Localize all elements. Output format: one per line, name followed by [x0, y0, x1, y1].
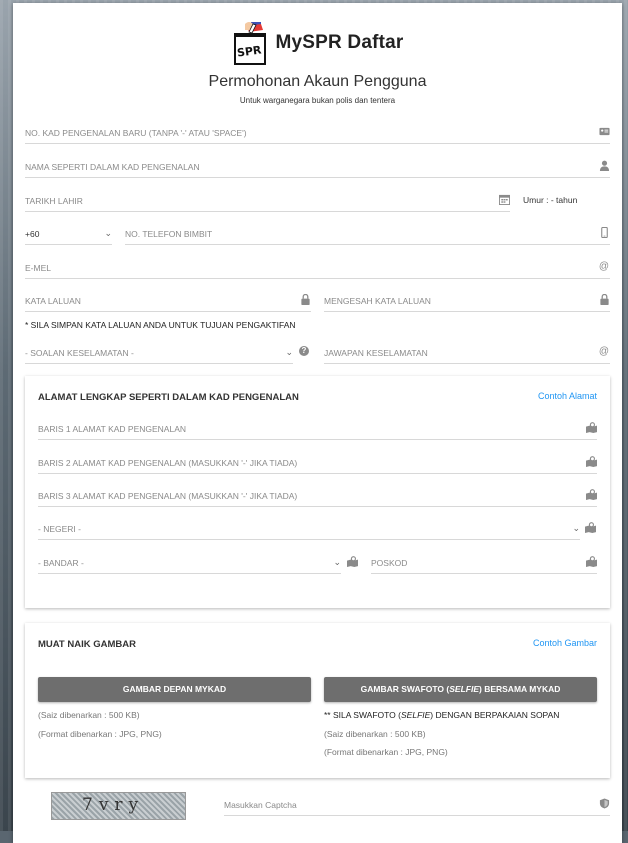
chevron-down-icon: ⌄ [285, 347, 293, 357]
selfie-attire-note: ** SILA SWAFOTO (SELFIE) DENGAN BERPAKAI… [324, 710, 559, 720]
upload-panel: MUAT NAIK GAMBAR Contoh Gambar GAMBAR DE… [25, 623, 610, 778]
password-note: * SILA SIMPAN KATA LALUAN ANDA UNTUK TUJ… [25, 320, 296, 330]
selfie-size-note: (Saiz dibenarkan : 500 KB) [324, 729, 426, 739]
user-icon [598, 160, 610, 172]
selfie-button-label-end: ) BERSAMA MYKAD [479, 684, 561, 694]
spr-logo: SPR [231, 20, 269, 66]
upload-selfie-button[interactable]: GAMBAR SWAFOTO (SELFIE) BERSAMA MYKAD [324, 677, 597, 702]
map-marker-icon [585, 422, 597, 434]
selfie-note-em: SELFIE [401, 710, 431, 720]
state-select[interactable]: - NEGERI - ⌄ [38, 521, 580, 540]
password-field[interactable]: KATA LALUAN [25, 293, 311, 312]
help-icon[interactable]: ? [299, 346, 309, 356]
security-question-select[interactable]: - SOALAN KESELAMATAN - ⌄ [25, 345, 293, 364]
page-subtitle: Untuk warganegara bukan polis dan tenter… [239, 96, 396, 105]
map-marker-icon [585, 456, 597, 468]
captcha-text: 7vry [82, 795, 145, 815]
dob-placeholder: TARIKH LAHIR [25, 196, 83, 206]
address-line2-field[interactable]: BARIS 2 ALAMAT KAD PENGENALAN (MASUKKAN … [38, 455, 597, 474]
city-value: - BANDAR - [38, 558, 84, 568]
email-placeholder: E-MEL [25, 263, 51, 273]
country-code-select[interactable]: +60 ⌄ [25, 226, 112, 245]
ic-number-field[interactable]: NO. KAD PENGENALAN BARU (TANPA '-' ATAU … [25, 125, 610, 144]
front-size-note: (Saiz dibenarkan : 500 KB) [38, 710, 140, 720]
phone-placeholder: NO. TELEFON BIMBIT [125, 229, 213, 239]
address-line3-field[interactable]: BARIS 3 ALAMAT KAD PENGENALAN (MASUKKAN … [38, 488, 597, 507]
upload-mykad-front-button[interactable]: GAMBAR DEPAN MYKAD [38, 677, 311, 702]
name-placeholder: NAMA SEPERTI DALAM KAD PENGENALAN [25, 162, 200, 172]
header: SPR MySPR Daftar [13, 17, 622, 69]
id-card-icon [598, 126, 610, 138]
address-panel-title: ALAMAT LENGKAP SEPERTI DALAM KAD PENGENA… [38, 392, 299, 403]
registration-card: SPR MySPR Daftar Permohonan Akaun Penggu… [13, 3, 622, 843]
map-marker-icon [347, 556, 358, 569]
front-format-note: (Format dibenarkan : JPG, PNG) [38, 729, 162, 739]
chevron-down-icon: ⌄ [104, 228, 112, 238]
address-line1-field[interactable]: BARIS 1 ALAMAT KAD PENGENALAN [38, 421, 597, 440]
confirm-password-field[interactable]: MENGESAH KATA LALUAN [324, 293, 610, 312]
captcha-image: 7vry [51, 792, 186, 820]
address-panel: ALAMAT LENGKAP SEPERTI DALAM KAD PENGENA… [25, 376, 610, 608]
chevron-down-icon: ⌄ [333, 557, 341, 567]
address-example-link[interactable]: Contoh Alamat [538, 391, 597, 401]
ic-number-placeholder: NO. KAD PENGENALAN BARU (TANPA '-' ATAU … [25, 128, 247, 138]
phone-field[interactable]: NO. TELEFON BIMBIT [125, 226, 610, 245]
security-question-value: - SOALAN KESELAMATAN - [25, 348, 134, 358]
page-title: Permohonan Akaun Pengguna [208, 73, 427, 90]
lock-icon [299, 293, 311, 306]
chevron-down-icon: ⌄ [572, 523, 580, 533]
postcode-placeholder: POSKOD [371, 558, 408, 568]
confirm-password-placeholder: MENGESAH KATA LALUAN [324, 296, 431, 306]
state-value: - NEGERI - [38, 524, 81, 534]
selfie-format-note: (Format dibenarkan : JPG, PNG) [324, 747, 448, 757]
selfie-note-start: ** SILA SWAFOTO ( [324, 710, 401, 720]
name-field[interactable]: NAMA SEPERTI DALAM KAD PENGENALAN [25, 159, 610, 178]
photo-example-link[interactable]: Contoh Gambar [533, 638, 597, 648]
security-answer-field[interactable]: JAWAPAN KESELAMATAN @ [324, 345, 610, 364]
at-sign-icon: @ [598, 261, 610, 272]
mobile-phone-icon [598, 226, 610, 239]
email-field[interactable]: E-MEL @ [25, 260, 610, 279]
address-line1-placeholder: BARIS 1 ALAMAT KAD PENGENALAN [38, 424, 187, 434]
selfie-button-label-start: GAMBAR SWAFOTO ( [360, 684, 450, 694]
upload-panel-title: MUAT NAIK GAMBAR [38, 639, 136, 650]
app-title: MySPR Daftar [275, 32, 404, 53]
selfie-button-label-em: SELFIE [449, 684, 479, 694]
password-placeholder: KATA LALUAN [25, 296, 81, 306]
postcode-field[interactable]: POSKOD [371, 555, 597, 574]
dob-field[interactable]: TARIKH LAHIR [25, 193, 510, 212]
map-marker-icon [585, 556, 597, 568]
address-line2-placeholder: BARIS 2 ALAMAT KAD PENGENALAN (MASUKKAN … [38, 458, 298, 468]
lock-icon [598, 293, 610, 306]
age-display: Umur : - tahun [523, 195, 578, 205]
security-answer-placeholder: JAWAPAN KESELAMATAN [324, 348, 428, 358]
map-marker-icon [585, 489, 597, 501]
country-code-value: +60 [25, 229, 40, 239]
at-sign-icon: @ [598, 346, 610, 357]
captcha-input[interactable]: Masukkan Captcha [224, 797, 610, 816]
map-marker-icon [585, 522, 596, 535]
selfie-note-end: ) DENGAN BERPAKAIAN SOPAN [430, 710, 560, 720]
captcha-placeholder: Masukkan Captcha [224, 800, 297, 810]
calendar-icon[interactable] [498, 194, 510, 206]
city-select[interactable]: - BANDAR - ⌄ [38, 555, 341, 574]
address-line3-placeholder: BARIS 3 ALAMAT KAD PENGENALAN (MASUKKAN … [38, 491, 298, 501]
shield-icon [598, 798, 610, 810]
